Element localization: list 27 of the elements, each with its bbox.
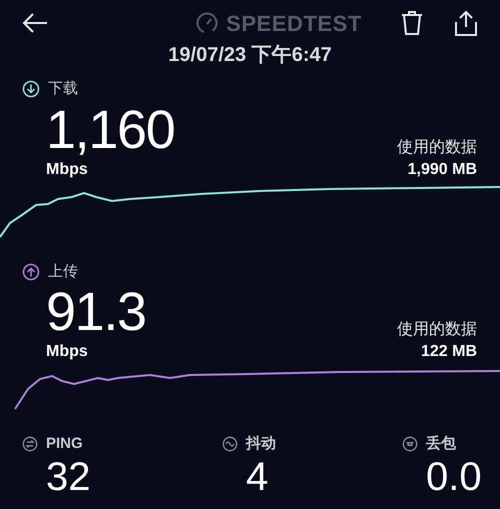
speed-value: 1,160 xyxy=(46,100,174,158)
metric-label: 抖动 xyxy=(246,434,276,454)
upload-icon xyxy=(22,262,40,281)
app-title: SPEEDTEST xyxy=(226,10,362,38)
metric-value: 32 xyxy=(45,456,92,498)
speed-unit: Mbps xyxy=(46,342,89,362)
result-label: 上传 xyxy=(48,262,78,282)
data-used-value: 122 MB xyxy=(420,342,477,362)
metric-value: 4 xyxy=(245,456,270,498)
packet-icon xyxy=(402,436,418,452)
metric-label: PING xyxy=(46,434,83,454)
metric-value: 0.0 xyxy=(425,456,482,498)
gauge-icon xyxy=(196,12,218,34)
test-datetime: 19/07/23 下午6:47 xyxy=(168,43,332,68)
data-used-value: 1,990 MB xyxy=(408,160,477,180)
ping-icon xyxy=(22,436,38,452)
wave-icon xyxy=(222,436,238,452)
result-label: 下载 xyxy=(48,79,78,99)
download-icon xyxy=(22,80,40,98)
data-used-label: 使用的数据 xyxy=(397,138,477,158)
trash-icon[interactable] xyxy=(400,10,424,36)
metric-label: 丢包 xyxy=(426,434,456,454)
share-icon[interactable] xyxy=(454,10,478,36)
speed-unit: Mbps xyxy=(46,160,89,180)
back-icon[interactable] xyxy=(22,12,48,34)
data-used-label: 使用的数据 xyxy=(397,320,477,340)
speed-value: 91.3 xyxy=(46,283,146,341)
